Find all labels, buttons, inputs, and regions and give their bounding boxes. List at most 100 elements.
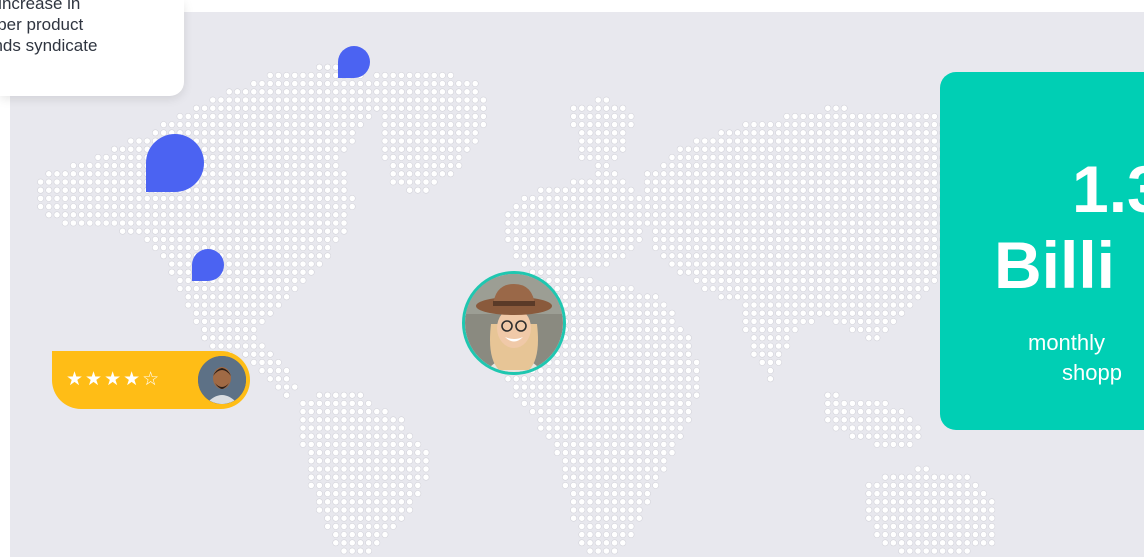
- map-dot: [865, 293, 873, 301]
- map-dot: [266, 104, 274, 112]
- map-dot: [873, 440, 881, 448]
- map-dot: [619, 531, 627, 538]
- map-dot: [701, 244, 709, 251]
- map-dot: [315, 170, 323, 178]
- map-dot: [603, 104, 610, 112]
- map-dot: [873, 334, 881, 342]
- map-dot: [611, 244, 618, 251]
- map-dot: [307, 113, 315, 120]
- map-dot: [291, 137, 299, 145]
- map-dot: [832, 301, 840, 309]
- map-dot: [225, 342, 233, 350]
- map-dot: [799, 194, 807, 202]
- map-dot: [578, 317, 586, 325]
- map-dot: [225, 301, 233, 309]
- map-dot: [627, 383, 635, 391]
- map-dot: [192, 244, 200, 251]
- map-dot: [603, 227, 610, 235]
- map-dot: [693, 260, 700, 268]
- map-dot: [283, 121, 290, 128]
- map-dot: [603, 465, 610, 473]
- map-dot: [857, 186, 864, 194]
- map-dot: [726, 219, 733, 227]
- map-dot: [422, 129, 430, 137]
- map-dot: [832, 203, 840, 210]
- map-dot: [914, 129, 922, 137]
- map-dot: [586, 219, 594, 227]
- map-dot: [225, 309, 233, 317]
- map-dot: [922, 227, 930, 235]
- map-dot: [676, 268, 684, 276]
- map-dot: [627, 440, 635, 448]
- map-dot: [611, 440, 618, 448]
- map-dot: [734, 178, 741, 186]
- map-dot: [422, 465, 430, 473]
- map-dot: [61, 203, 69, 210]
- map-dot: [562, 219, 569, 227]
- map-dot: [594, 203, 602, 210]
- map-dot: [775, 129, 782, 137]
- map-dot: [242, 113, 249, 120]
- map-dot: [315, 465, 323, 473]
- map-dot: [881, 440, 889, 448]
- map-dot: [709, 244, 717, 251]
- map-dot: [652, 408, 659, 415]
- map-dot: [783, 334, 791, 342]
- map-dot: [291, 260, 299, 268]
- map-dot: [865, 326, 873, 333]
- map-dot: [676, 194, 684, 202]
- map-dot: [890, 129, 897, 137]
- map-dot: [873, 178, 881, 186]
- map-dot: [676, 358, 684, 366]
- map-dot: [619, 539, 627, 547]
- map-dot: [324, 440, 331, 448]
- map-dot: [324, 391, 331, 399]
- map-dot: [758, 129, 766, 137]
- map-dot: [881, 235, 889, 243]
- map-dot: [865, 137, 873, 145]
- map-dot: [783, 301, 791, 309]
- map-dot: [644, 293, 651, 301]
- map-dot: [931, 506, 938, 514]
- map-dot: [627, 121, 635, 128]
- map-dot: [332, 440, 340, 448]
- map-dot: [857, 309, 864, 317]
- shopper-avatar: [462, 271, 566, 375]
- map-dot: [291, 129, 299, 137]
- map-dot: [726, 244, 733, 251]
- map-dot: [594, 481, 602, 489]
- map-dot: [611, 375, 618, 383]
- map-dot: [586, 153, 594, 161]
- map-dot: [86, 162, 94, 169]
- map-dot: [250, 227, 258, 235]
- map-dot: [906, 473, 914, 481]
- map-dot: [209, 104, 217, 112]
- map-dot: [685, 145, 692, 153]
- map-dot: [365, 490, 372, 497]
- map-dot: [258, 293, 266, 301]
- map-dot: [135, 178, 143, 186]
- map-dot: [660, 375, 668, 383]
- map-dot: [644, 408, 651, 415]
- map-dot: [381, 113, 389, 120]
- map-dot: [266, 309, 274, 317]
- map-dot: [611, 194, 618, 202]
- map-dot: [717, 244, 725, 251]
- map-dot: [676, 375, 684, 383]
- map-dot: [521, 211, 528, 219]
- map-dot: [881, 416, 889, 424]
- map-dot: [422, 153, 430, 161]
- map-dot: [635, 309, 643, 317]
- map-dot: [758, 170, 766, 178]
- map-dot: [857, 137, 864, 145]
- map-dot: [291, 268, 299, 276]
- map-dot: [201, 178, 208, 186]
- map-dot: [570, 276, 577, 284]
- map-dot: [816, 252, 823, 260]
- map-dot: [447, 88, 454, 96]
- map-dot: [635, 416, 643, 424]
- map-dot: [315, 490, 323, 497]
- map-dot: [652, 293, 659, 301]
- map-dot: [627, 211, 635, 219]
- map-dot: [209, 301, 217, 309]
